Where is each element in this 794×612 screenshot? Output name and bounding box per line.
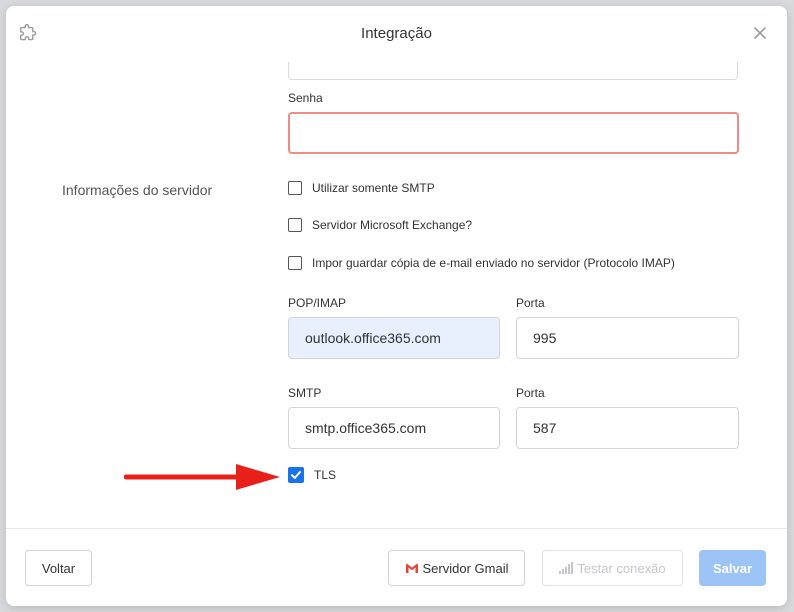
smtp-label: SMTP [288, 386, 322, 400]
gmail-server-label: Servidor Gmail [422, 560, 509, 576]
test-connection-button[interactable]: Testar conexão [542, 550, 683, 586]
pop-imap-input[interactable] [288, 317, 500, 359]
password-input[interactable] [288, 112, 739, 154]
exchange-label: Servidor Microsoft Exchange? [312, 218, 473, 232]
imap-copy-label: Impor guardar cópia de e-mail enviado no… [312, 256, 675, 270]
smtp-only-checkbox[interactable] [288, 181, 302, 195]
tls-label: TLS [314, 468, 337, 482]
red-arrow-annotation [124, 464, 280, 490]
exchange-checkbox-row[interactable]: Servidor Microsoft Exchange? [288, 218, 472, 232]
pop-imap-label: POP/IMAP [288, 296, 347, 310]
integration-dialog: Integração Senha Informações do servidor… [6, 6, 787, 606]
smtp-only-label: Utilizar somente SMTP [312, 181, 435, 195]
test-connection-label: Testar conexão [577, 560, 666, 576]
pop-port-input[interactable] [516, 317, 739, 359]
smtp-port-label: Porta [516, 386, 545, 400]
close-icon[interactable] [753, 26, 767, 40]
signal-icon [559, 562, 574, 574]
checkmark-icon [291, 471, 301, 479]
previous-field-input[interactable] [288, 62, 738, 80]
imap-copy-checkbox-row[interactable]: Impor guardar cópia de e-mail enviado no… [288, 256, 675, 270]
smtp-port-input[interactable] [516, 407, 739, 449]
tls-checkbox-row[interactable]: TLS [288, 467, 336, 483]
dialog-title: Integração [361, 25, 432, 42]
tls-checkbox[interactable] [288, 467, 304, 483]
password-label: Senha [288, 91, 323, 105]
dialog-footer: Voltar Servidor Gmail Testar conexão Sal… [6, 528, 787, 606]
smtp-only-checkbox-row[interactable]: Utilizar somente SMTP [288, 181, 435, 195]
save-button[interactable]: Salvar [699, 550, 766, 586]
smtp-input[interactable] [288, 407, 500, 449]
imap-copy-checkbox[interactable] [288, 256, 302, 270]
exchange-checkbox[interactable] [288, 218, 302, 232]
dialog-header: Integração [6, 6, 787, 62]
gmail-icon [405, 563, 418, 573]
back-button-label: Voltar [41, 560, 76, 576]
gmail-server-button[interactable]: Servidor Gmail [388, 550, 525, 586]
back-button[interactable]: Voltar [25, 550, 92, 586]
server-info-label: Informações do servidor [62, 182, 213, 198]
pop-port-label: Porta [516, 296, 545, 310]
dialog-body: Senha Informações do servidor Utilizar s… [6, 62, 787, 528]
save-button-label: Salvar [712, 560, 753, 576]
